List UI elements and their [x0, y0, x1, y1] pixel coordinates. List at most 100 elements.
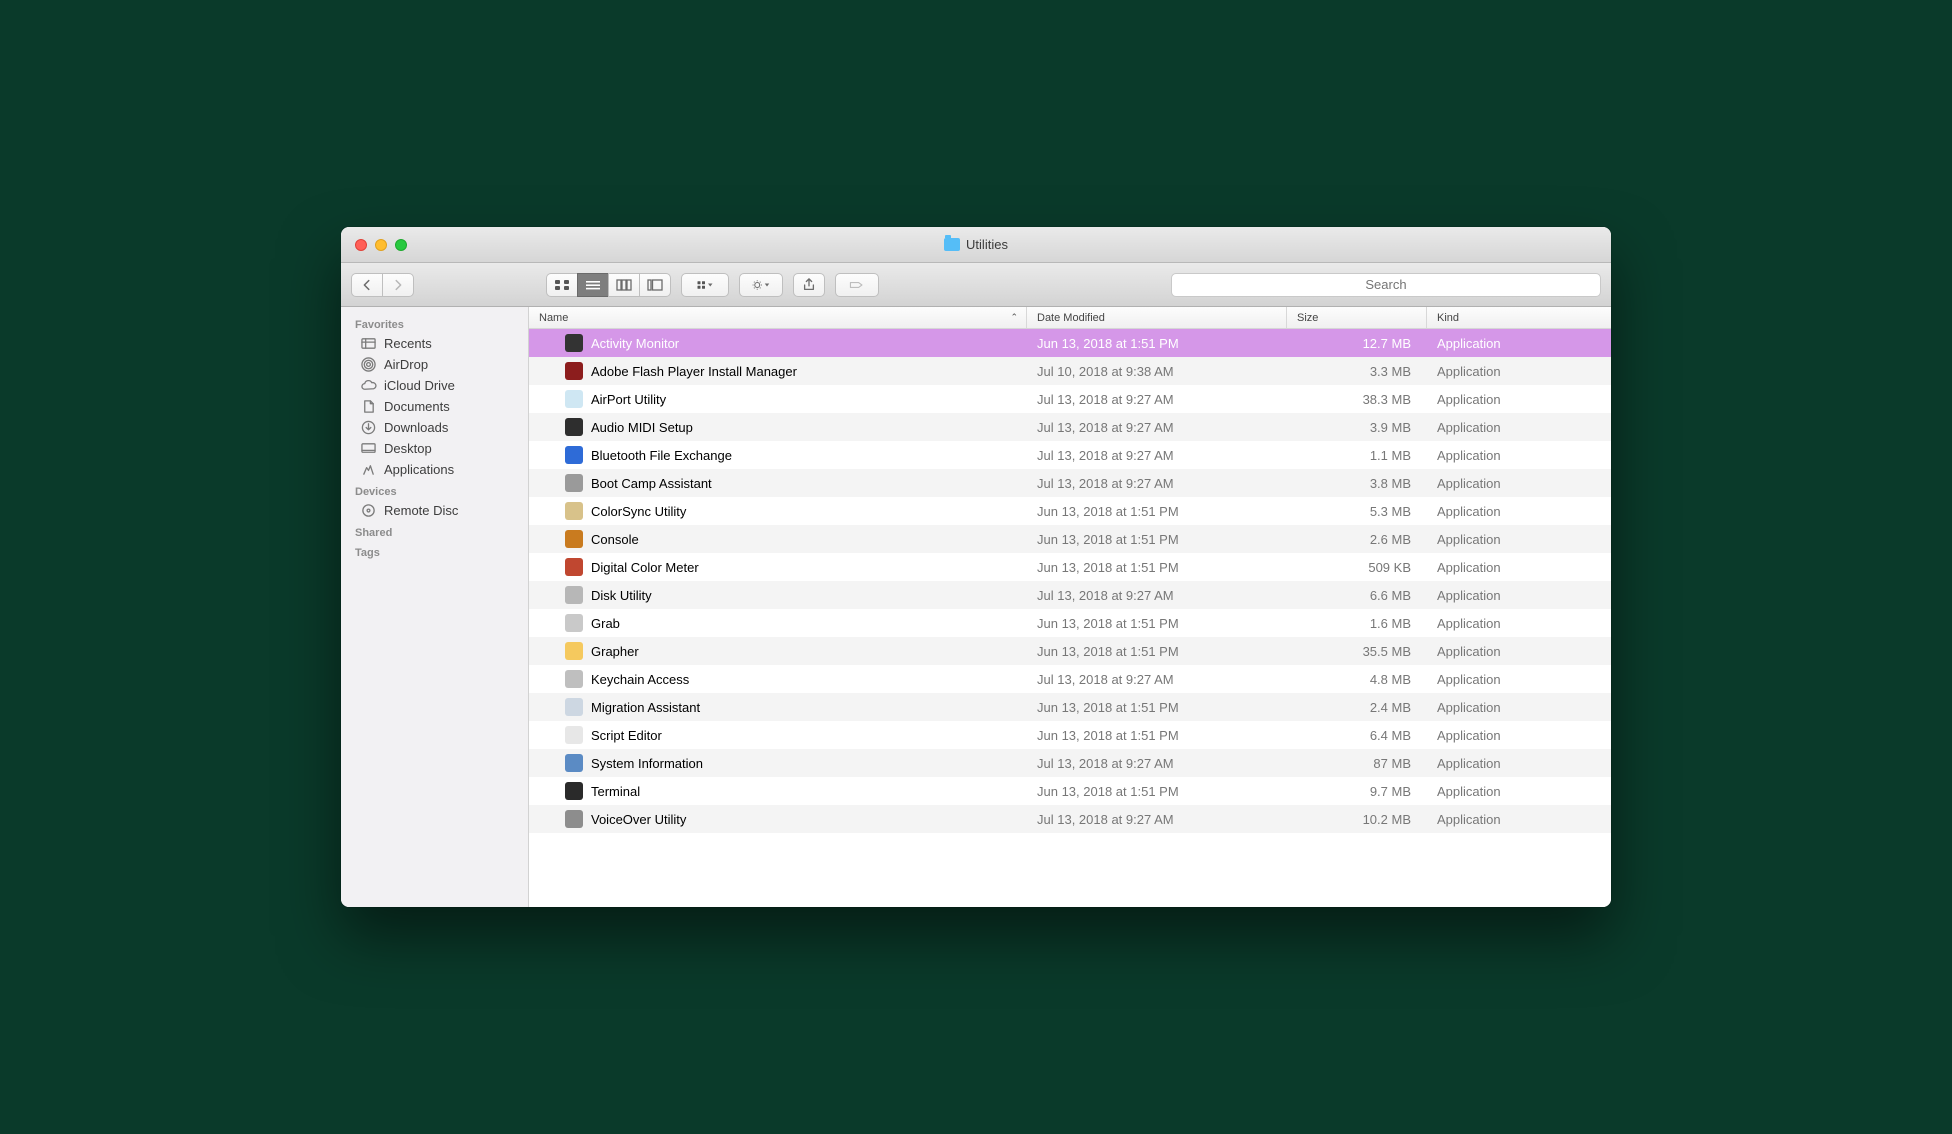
file-row[interactable]: Keychain AccessJul 13, 2018 at 9:27 AM4.…: [529, 665, 1611, 693]
arrange-button[interactable]: [681, 273, 729, 297]
name-column-header[interactable]: Name ⌃: [529, 307, 1027, 328]
app-icon: [565, 502, 583, 520]
file-row[interactable]: GrabJun 13, 2018 at 1:51 PM1.6 MBApplica…: [529, 609, 1611, 637]
file-kind: Application: [1427, 616, 1611, 631]
app-icon: [565, 726, 583, 744]
file-row[interactable]: Boot Camp AssistantJul 13, 2018 at 9:27 …: [529, 469, 1611, 497]
file-row[interactable]: Digital Color MeterJun 13, 2018 at 1:51 …: [529, 553, 1611, 581]
column-view-button[interactable]: [608, 273, 639, 297]
file-size: 12.7 MB: [1287, 336, 1427, 351]
file-kind: Application: [1427, 448, 1611, 463]
file-row[interactable]: ConsoleJun 13, 2018 at 1:51 PM2.6 MBAppl…: [529, 525, 1611, 553]
sidebar-item-label: Downloads: [384, 420, 448, 435]
date-column-header[interactable]: Date Modified: [1027, 307, 1287, 328]
search-input[interactable]: [1171, 273, 1601, 297]
sidebar-item[interactable]: Documents: [341, 396, 528, 417]
file-size: 3.8 MB: [1287, 476, 1427, 491]
app-icon: [565, 362, 583, 380]
sidebar-item[interactable]: AirDrop: [341, 354, 528, 375]
file-date: Jun 13, 2018 at 1:51 PM: [1027, 700, 1287, 715]
title-text: Utilities: [966, 237, 1008, 252]
file-kind: Application: [1427, 588, 1611, 603]
zoom-light[interactable]: [395, 239, 407, 251]
toolbar: [341, 263, 1611, 307]
file-date: Jul 13, 2018 at 9:27 AM: [1027, 672, 1287, 687]
file-date: Jul 13, 2018 at 9:27 AM: [1027, 588, 1287, 603]
file-row[interactable]: System InformationJul 13, 2018 at 9:27 A…: [529, 749, 1611, 777]
sidebar-item[interactable]: Recents: [341, 333, 528, 354]
sidebar-item-label: Documents: [384, 399, 450, 414]
file-row[interactable]: Audio MIDI SetupJul 13, 2018 at 9:27 AM3…: [529, 413, 1611, 441]
file-kind: Application: [1427, 700, 1611, 715]
name-column-label: Name: [539, 312, 568, 324]
tag-button[interactable]: [835, 273, 879, 297]
forward-button[interactable]: [382, 273, 414, 297]
sidebar-item-label: Desktop: [384, 441, 432, 456]
file-name: Digital Color Meter: [591, 560, 699, 575]
file-row[interactable]: Bluetooth File ExchangeJul 13, 2018 at 9…: [529, 441, 1611, 469]
search-wrap: [1171, 273, 1601, 297]
app-icon: [565, 586, 583, 604]
sidebar-item-label: iCloud Drive: [384, 378, 455, 393]
icon-view-button[interactable]: [546, 273, 577, 297]
share-button[interactable]: [793, 273, 825, 297]
app-icon: [565, 334, 583, 352]
file-size: 3.9 MB: [1287, 420, 1427, 435]
file-row[interactable]: VoiceOver UtilityJul 13, 2018 at 9:27 AM…: [529, 805, 1611, 833]
close-light[interactable]: [355, 239, 367, 251]
file-kind: Application: [1427, 336, 1611, 351]
file-date: Jul 13, 2018 at 9:27 AM: [1027, 392, 1287, 407]
file-name: Activity Monitor: [591, 336, 679, 351]
app-icon: [565, 614, 583, 632]
file-row[interactable]: Disk UtilityJul 13, 2018 at 9:27 AM6.6 M…: [529, 581, 1611, 609]
list-view-button[interactable]: [577, 273, 608, 297]
size-column-header[interactable]: Size: [1287, 307, 1427, 328]
file-list: Activity Monitor Jun 13, 2018 at 1:51 PM 1…: [529, 329, 1611, 907]
sidebar-item[interactable]: Remote Disc: [341, 500, 528, 521]
finder-window: Utilities Favorite: [341, 227, 1611, 907]
gallery-view-button[interactable]: [639, 273, 671, 297]
view-mode-buttons: [546, 273, 671, 297]
file-name: Migration Assistant: [591, 700, 700, 715]
sidebar-item-label: AirDrop: [384, 357, 428, 372]
file-name: Disk Utility: [591, 588, 652, 603]
sidebar-item[interactable]: Applications: [341, 459, 528, 480]
file-kind: Application: [1427, 784, 1611, 799]
app-icon: [565, 782, 583, 800]
sidebar-heading: Shared: [341, 521, 528, 541]
file-name: Grab: [591, 616, 620, 631]
file-row[interactable]: AirPort UtilityJul 13, 2018 at 9:27 AM38…: [529, 385, 1611, 413]
file-size: 10.2 MB: [1287, 812, 1427, 827]
file-kind: Application: [1427, 644, 1611, 659]
file-name: AirPort Utility: [591, 392, 666, 407]
date-column-label: Date Modified: [1037, 312, 1105, 324]
file-kind: Application: [1427, 672, 1611, 687]
file-row[interactable]: GrapherJun 13, 2018 at 1:51 PM35.5 MBApp…: [529, 637, 1611, 665]
file-size: 35.5 MB: [1287, 644, 1427, 659]
app-icon: [565, 418, 583, 436]
app-icon: [565, 810, 583, 828]
downloads-icon: [359, 421, 377, 435]
sidebar-item[interactable]: iCloud Drive: [341, 375, 528, 396]
file-kind: Application: [1427, 728, 1611, 743]
file-size: 9.7 MB: [1287, 784, 1427, 799]
sidebar-item[interactable]: Desktop: [341, 438, 528, 459]
kind-column-header[interactable]: Kind: [1427, 307, 1611, 328]
file-row[interactable]: Script EditorJun 13, 2018 at 1:51 PM6.4 …: [529, 721, 1611, 749]
window-title: Utilities: [341, 237, 1611, 252]
file-row[interactable]: ColorSync UtilityJun 13, 2018 at 1:51 PM…: [529, 497, 1611, 525]
sidebar-item[interactable]: Downloads: [341, 417, 528, 438]
file-size: 4.8 MB: [1287, 672, 1427, 687]
app-icon: [565, 642, 583, 660]
file-row[interactable]: Adobe Flash Player Install ManagerJul 10…: [529, 357, 1611, 385]
minimize-light[interactable]: [375, 239, 387, 251]
file-row[interactable]: Activity MonitorJun 13, 2018 at 1:51 PM1…: [529, 329, 1611, 357]
file-size: 2.4 MB: [1287, 700, 1427, 715]
back-button[interactable]: [351, 273, 382, 297]
action-button[interactable]: [739, 273, 783, 297]
documents-icon: [359, 400, 377, 414]
recents-icon: [359, 337, 377, 351]
file-size: 1.6 MB: [1287, 616, 1427, 631]
file-row[interactable]: TerminalJun 13, 2018 at 1:51 PM9.7 MBApp…: [529, 777, 1611, 805]
file-row[interactable]: Migration Assistant Jun 13, 2018 at 1:51 …: [529, 693, 1611, 721]
